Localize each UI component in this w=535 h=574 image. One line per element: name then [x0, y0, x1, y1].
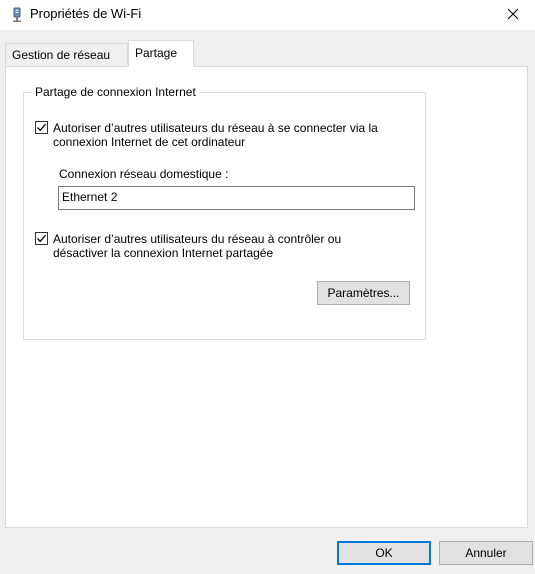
properties-dialog: Propriétés de Wi-Fi Gestion de réseau Pa… — [0, 0, 535, 574]
home-network-label: Connexion réseau domestique : — [59, 167, 229, 181]
close-button[interactable] — [491, 0, 535, 30]
allow-control-label-line1: Autoriser d’autres utilisateurs du résea… — [53, 232, 342, 246]
ok-button[interactable]: OK — [337, 541, 431, 565]
window-title: Propriétés de Wi-Fi — [30, 6, 142, 21]
network-adapter-icon — [10, 7, 24, 23]
checkmark-icon — [37, 234, 46, 243]
checkmark-icon — [37, 123, 46, 132]
allow-control-checkbox[interactable] — [35, 232, 48, 245]
settings-button[interactable]: Paramètres... — [317, 281, 410, 305]
tab-network-management[interactable]: Gestion de réseau — [5, 43, 128, 65]
sharing-tab-panel: Partage de connexion Internet Autoriser … — [5, 66, 528, 528]
home-network-select[interactable]: Ethernet 2 — [58, 186, 415, 210]
group-title: Partage de connexion Internet — [32, 85, 199, 99]
allow-connect-label-line1: Autoriser d’autres utilisateurs du résea… — [53, 121, 378, 135]
internet-connection-sharing-group: Partage de connexion Internet Autoriser … — [23, 85, 426, 340]
allow-connect-checkbox[interactable] — [35, 121, 48, 134]
title-bar: Propriétés de Wi-Fi — [0, 0, 535, 30]
close-icon — [507, 8, 519, 23]
allow-control-label-line2: désactiver la connexion Internet partagé… — [53, 246, 274, 260]
allow-connect-label-line2: connexion Internet de cet ordinateur — [53, 135, 246, 149]
tab-sharing[interactable]: Partage — [128, 40, 194, 67]
cancel-button[interactable]: Annuler — [439, 541, 533, 565]
